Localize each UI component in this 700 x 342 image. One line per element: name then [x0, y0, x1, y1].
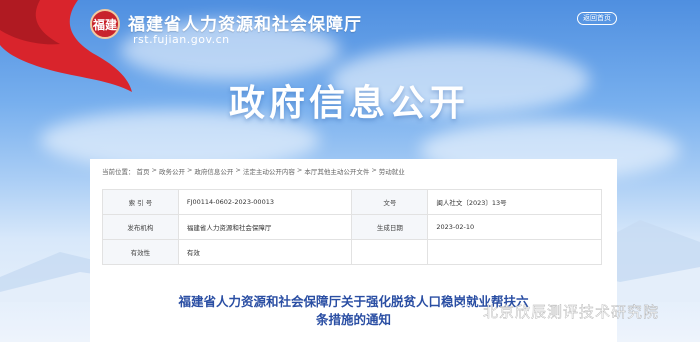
meta-key: 生成日期 [351, 214, 429, 240]
meta-key: 索 引 号 [102, 189, 179, 215]
meta-value: FJ00114-0602-2023-00013 [177, 189, 353, 215]
breadcrumb-separator: > [235, 166, 241, 174]
breadcrumb-item-other-docs[interactable]: 本厅其他主动公开文件 [304, 166, 369, 176]
emblem-logo[interactable]: 福建 [90, 9, 120, 39]
breadcrumb-separator: > [371, 166, 377, 174]
breadcrumb-item-gov-affairs[interactable]: 政务公开 [159, 166, 185, 176]
page-banner-title: 政府信息公开 [229, 83, 470, 124]
wechat-icon [458, 303, 478, 320]
table-row: 索 引 号 FJ00114-0602-2023-00013 文号 闽人社文〔20… [102, 189, 602, 215]
breadcrumb-item-statutory[interactable]: 法定主动公开内容 [243, 166, 295, 176]
breadcrumb-prefix: 当前位置： [102, 168, 135, 176]
breadcrumb-item-employment[interactable]: 劳动就业 [379, 166, 405, 176]
breadcrumb-separator: > [186, 166, 193, 174]
meta-value: 有效 [177, 239, 353, 265]
meta-key-empty [351, 239, 429, 265]
watermark-text: 北京欣辰测评技术研究院 [483, 303, 660, 321]
home-button[interactable]: 返回首页 [577, 12, 617, 25]
breadcrumb-item-home[interactable]: 首页 [137, 166, 150, 176]
meta-value: 闽人社文〔2023〕13号 [427, 189, 602, 215]
meta-value-empty [427, 239, 602, 265]
breadcrumb-separator: > [151, 166, 157, 174]
document-meta-table: 索 引 号 FJ00114-0602-2023-00013 文号 闽人社文〔20… [102, 189, 602, 265]
breadcrumb-item-info-disclosure[interactable]: 政府信息公开 [194, 166, 233, 176]
breadcrumb-separator: > [296, 166, 303, 174]
site-url: rst.fujian.gov.cn [133, 33, 230, 46]
table-row: 有效性 有效 [102, 239, 602, 265]
meta-key: 发布机构 [102, 214, 179, 240]
table-row: 发布机构 福建省人力资源和社会保障厅 生成日期 2023-02-10 [102, 214, 602, 240]
meta-value: 福建省人力资源和社会保障厅 [177, 214, 353, 240]
watermark: 北京欣辰测评技术研究院 [458, 301, 659, 322]
meta-key: 有效性 [102, 239, 179, 265]
meta-key: 文号 [351, 189, 429, 215]
meta-value: 2023-02-10 [427, 214, 602, 240]
breadcrumb: 当前位置： 首页 > 政务公开 > 政府信息公开 > 法定主动公开内容 > 本厅其他主动… [102, 166, 407, 176]
site-name[interactable]: 福建省人力资源和社会保障厅 [128, 10, 362, 35]
